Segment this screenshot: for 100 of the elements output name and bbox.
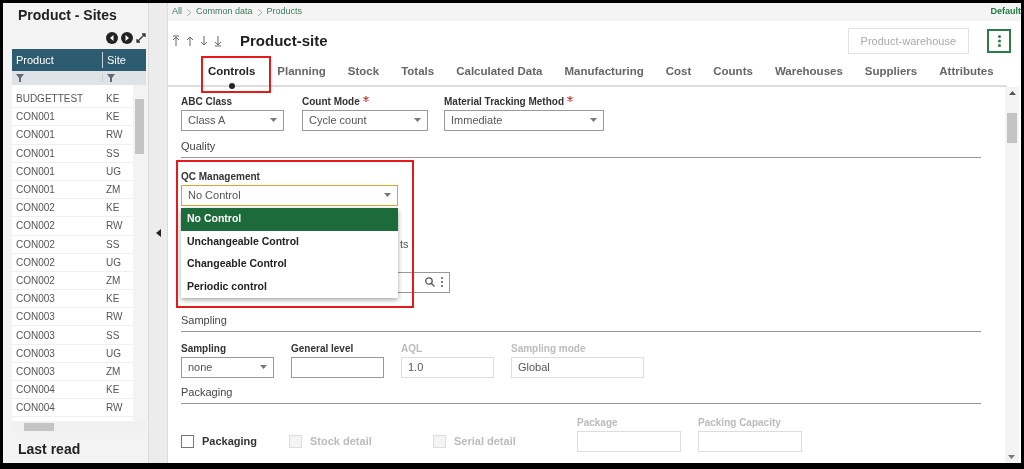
scrollbar[interactable] — [1005, 87, 1019, 463]
menu-option[interactable]: Unchangeable Control — [181, 230, 398, 253]
breadcrumb-link[interactable]: Products — [266, 5, 303, 19]
user-label: Default — [990, 5, 1021, 19]
selected-marker — [228, 82, 235, 89]
field-label: Packing Capacity — [698, 416, 781, 429]
checkbox-label: Stock detail — [310, 433, 372, 449]
field-label: QC Management — [181, 170, 260, 183]
table-cell-text: CON002 — [15, 273, 56, 288]
next-record-icon[interactable] — [200, 35, 208, 47]
chevron-icon — [187, 8, 191, 16]
scroll-thumb[interactable] — [135, 99, 144, 154]
table-cell-text: CON002 — [15, 201, 56, 216]
table-cell-text: CON003 — [15, 328, 56, 343]
select-field[interactable]: Immediate — [444, 109, 604, 131]
field-label: ABC Class — [181, 95, 233, 108]
table-cell-text: CON002 — [15, 255, 56, 270]
table-cell-text: SS — [105, 328, 121, 343]
input-field[interactable] — [291, 356, 384, 378]
tab[interactable]: Cost — [665, 57, 692, 89]
field-label: Sampling — [181, 342, 226, 355]
table-cell-text: UG — [105, 164, 122, 179]
table-cell-text: RW — [105, 401, 124, 416]
previous-icon[interactable] — [106, 32, 118, 44]
menu-option[interactable]: Changeable Control — [181, 253, 398, 276]
search-icon[interactable] — [425, 277, 435, 287]
column-header[interactable]: Product — [12, 51, 102, 69]
tab[interactable]: Warehouses — [774, 57, 843, 89]
annotation-frame — [201, 56, 271, 93]
tab[interactable]: Counts — [713, 57, 753, 89]
scroll-thumb[interactable] — [1007, 113, 1017, 143]
table-cell-text: RW — [105, 310, 124, 325]
chevron-icon — [257, 8, 262, 16]
field-label: Count Mode — [302, 95, 360, 108]
table-cell-text: CON001 — [15, 110, 56, 125]
breadcrumb-link[interactable]: All — [172, 5, 182, 19]
table-cell-text: ZM — [105, 273, 122, 288]
scrollbar[interactable] — [133, 85, 146, 421]
field-label: General level — [291, 342, 354, 355]
breadcrumb-link[interactable]: Common data — [196, 5, 253, 19]
table-cell-text: ZM — [105, 364, 122, 379]
field-label: Material Tracking Method — [444, 95, 565, 108]
filter-icon[interactable] — [16, 74, 24, 82]
table-cell-text: KE — [105, 110, 121, 125]
table-cell-text: CON001 — [15, 164, 56, 179]
table-cell-text: RW — [105, 219, 124, 234]
select-field[interactable]: No Control — [181, 184, 398, 206]
tab[interactable]: Stock — [347, 57, 380, 89]
scroll-down-icon[interactable] — [1008, 455, 1015, 459]
last-record-icon[interactable] — [214, 35, 222, 47]
table-cell-text: KE — [105, 92, 121, 107]
caret-icon — [270, 118, 277, 122]
field-label: Sampling mode — [511, 342, 586, 355]
table-cell-text: CON001 — [15, 183, 56, 198]
expand-icon[interactable] — [136, 33, 146, 43]
caret-icon — [414, 118, 421, 122]
table-cell-text: CON003 — [15, 364, 56, 379]
column-header[interactable]: Site — [102, 51, 132, 69]
panel-title: Product - Sites — [17, 6, 118, 25]
field-label: ts — [400, 236, 410, 250]
table-cell-text: SS — [105, 237, 121, 252]
checkbox-label: Packaging — [202, 433, 258, 449]
collapse-icon[interactable] — [155, 229, 161, 237]
panel-footer: Last read — [12, 433, 148, 460]
table-cell-text: CON001 — [15, 128, 56, 143]
tab[interactable]: Attributes — [939, 57, 994, 89]
table-cell-text: CON002 — [15, 219, 56, 234]
tab[interactable]: Controls — [208, 57, 256, 89]
section-heading: Packaging — [181, 377, 981, 404]
select-field[interactable]: none — [181, 356, 274, 378]
table-cell-text: CON001 — [15, 146, 56, 161]
previous-record-icon[interactable] — [186, 35, 194, 47]
field-label: AQL — [401, 342, 423, 355]
caret-icon — [384, 193, 391, 197]
scroll-up-icon[interactable] — [1008, 91, 1016, 95]
first-record-icon[interactable] — [172, 35, 180, 47]
page-title: Product-site — [240, 30, 328, 51]
tab[interactable]: Planning — [277, 57, 326, 89]
scroll-thumb[interactable] — [24, 423, 54, 431]
tab[interactable]: Manufacturing — [564, 57, 644, 89]
checkbox[interactable] — [181, 434, 194, 448]
checkbox-label: Serial detail — [454, 433, 516, 449]
table-cell-text: KE — [105, 292, 121, 307]
section-heading: Quality — [181, 130, 981, 158]
read-only-field: Global — [511, 356, 644, 378]
tab[interactable]: Calculated Data — [456, 57, 543, 89]
tab[interactable]: Suppliers — [864, 57, 918, 89]
table-cell-text: BUDGETTEST — [15, 92, 85, 107]
caret-icon — [590, 118, 597, 122]
next-icon[interactable] — [121, 32, 133, 44]
select-field[interactable]: Class A — [181, 109, 284, 131]
tab[interactable]: Totals — [401, 57, 435, 89]
select-field[interactable]: Cycle count — [302, 109, 428, 131]
table-cell-text: ZM — [105, 183, 122, 198]
more-button[interactable] — [987, 29, 1011, 53]
filter-icon[interactable] — [107, 74, 115, 82]
table-cell-text: CON002 — [15, 237, 56, 252]
menu-option[interactable]: No Control — [181, 208, 398, 231]
table-cell-text: SS — [105, 146, 121, 161]
table-cell-text: RW — [105, 128, 124, 143]
